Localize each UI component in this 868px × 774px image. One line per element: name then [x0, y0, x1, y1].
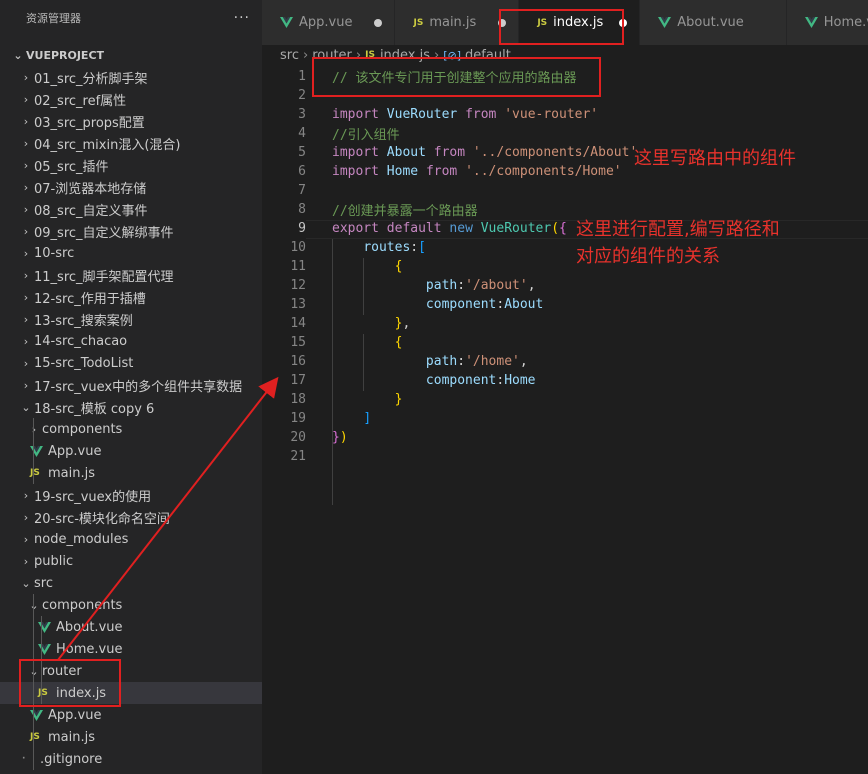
annotation-arrow	[57, 376, 279, 661]
